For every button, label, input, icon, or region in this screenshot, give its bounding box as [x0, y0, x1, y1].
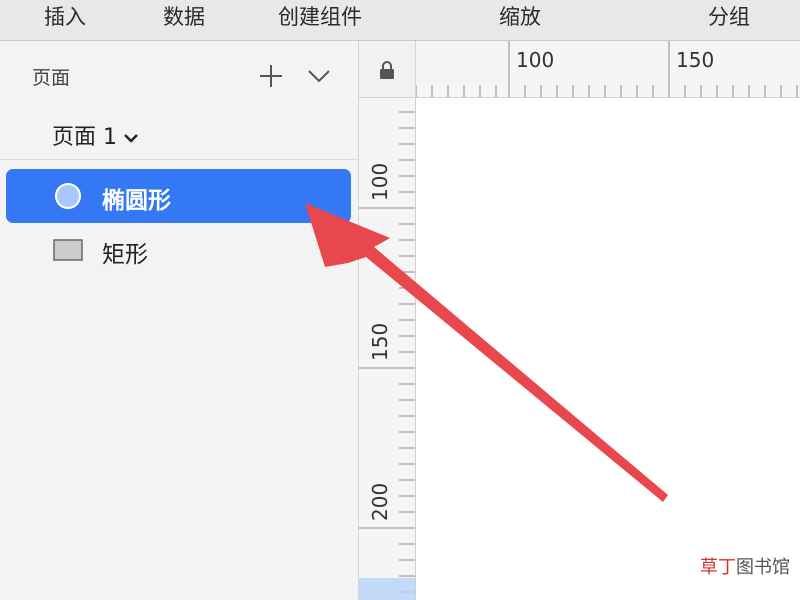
layer-label: 矩形	[102, 242, 148, 268]
watermark: 草丁图书馆	[698, 553, 792, 579]
ruler-label-top: 100	[516, 48, 555, 72]
data-menu[interactable]: 数据	[163, 0, 205, 40]
watermark-accent: 草丁	[700, 557, 736, 578]
layer-item-ellipse[interactable]: 椭圆形	[6, 169, 351, 223]
group-menu[interactable]: 分组	[708, 0, 750, 40]
sidebar-divider	[0, 159, 358, 160]
collapse-pages-icon[interactable]	[307, 68, 331, 88]
pages-title: 页面	[32, 67, 71, 89]
horizontal-ruler[interactable]: 100 150	[416, 41, 800, 98]
layers-sidebar: 页面 页面 1 椭圆形 矩形	[0, 41, 359, 600]
insert-menu[interactable]: 插入	[44, 0, 86, 40]
rectangle-icon	[53, 239, 83, 261]
page-selector-label: 页面 1	[52, 125, 117, 150]
add-page-icon[interactable]	[258, 63, 284, 93]
ruler-lock[interactable]	[359, 41, 416, 98]
design-canvas[interactable]	[417, 98, 800, 600]
ellipse-icon	[55, 183, 81, 209]
create-component-menu[interactable]: 创建组件	[278, 0, 362, 40]
page-selector[interactable]: 页面 1	[52, 119, 139, 151]
zoom-menu[interactable]: 缩放	[499, 0, 541, 40]
layer-item-rectangle[interactable]: 矩形	[6, 223, 351, 277]
lock-icon	[380, 61, 394, 79]
ruler-label-left: 150	[368, 322, 392, 361]
ruler-label-left: 100	[368, 162, 392, 201]
ruler-label-left: 200	[368, 482, 392, 521]
watermark-text: 图书馆	[736, 557, 790, 578]
vertical-ruler[interactable]: 100 150 200	[359, 98, 416, 600]
toolbar: 插入 数据 创建组件 缩放 分组	[0, 0, 800, 41]
ruler-ticks	[416, 41, 798, 97]
ruler-label-top: 150	[676, 48, 715, 72]
layer-label: 椭圆形	[102, 188, 171, 214]
chevron-down-icon	[124, 134, 138, 143]
